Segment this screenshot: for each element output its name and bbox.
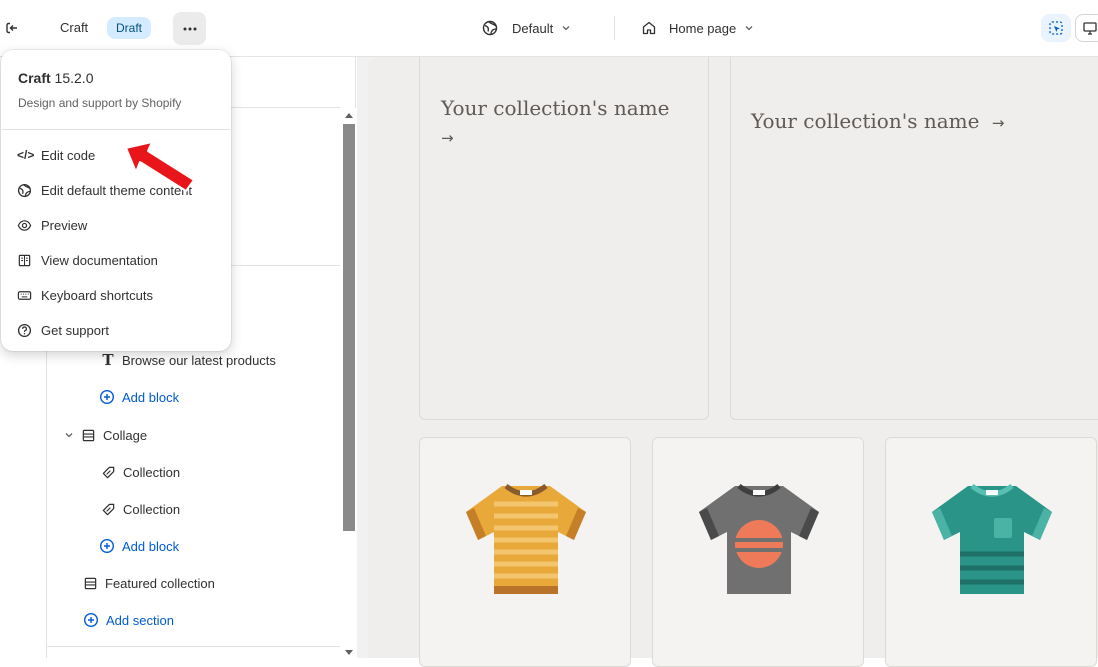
- tree-item-featured-collection[interactable]: Featured collection: [83, 570, 215, 596]
- section-icon: [84, 577, 97, 589]
- add-section-button[interactable]: Add section: [83, 607, 174, 633]
- add-block-label: Add block: [122, 389, 180, 405]
- tree-item-collection[interactable]: Collection: [101, 496, 180, 522]
- tree-item-label: Browse our latest products: [122, 352, 276, 368]
- product-card[interactable]: [885, 437, 1097, 667]
- book-icon: [18, 254, 31, 266]
- menu-theme-title: Craft 15.2.0: [18, 70, 94, 86]
- tree-item-label: Collage: [103, 427, 148, 443]
- tree-item-label: Collection: [123, 464, 181, 480]
- plus-circle-icon: [99, 538, 115, 554]
- scroll-up-arrow[interactable]: [345, 113, 353, 118]
- code-icon: </>: [17, 148, 35, 162]
- exit-icon[interactable]: [0, 16, 24, 40]
- page-selector-label: Home page: [669, 20, 737, 36]
- menu-item-view-documentation[interactable]: View documentation: [7, 245, 225, 275]
- product-card[interactable]: [652, 437, 864, 667]
- ellipsis-icon: [183, 27, 196, 30]
- globe-icon: [17, 183, 32, 197]
- teal-striped-tshirt-image: [932, 483, 1052, 594]
- home-icon: [642, 21, 656, 35]
- section-icon: [82, 429, 95, 441]
- eye-icon: [17, 219, 32, 231]
- tag-icon: [102, 503, 115, 515]
- page-selector[interactable]: Home page: [641, 17, 754, 39]
- menu-item-keyboard-shortcuts[interactable]: Keyboard shortcuts: [7, 280, 225, 310]
- tag-icon: [102, 466, 115, 478]
- globe-icon: [482, 20, 498, 36]
- scrollbar-thumb[interactable]: [343, 124, 355, 531]
- chevron-down-icon: [562, 26, 570, 31]
- menu-item-preview[interactable]: Preview: [7, 210, 225, 240]
- desktop-icon: [1083, 22, 1097, 35]
- device-preview-button[interactable]: [1075, 14, 1098, 42]
- plus-circle-icon: [99, 389, 115, 405]
- product-card[interactable]: [419, 437, 631, 667]
- chevron-down-icon[interactable]: [64, 430, 74, 440]
- theme-actions-menu: Craft 15.2.0 Design and support by Shopi…: [1, 50, 231, 351]
- more-actions-button[interactable]: [173, 12, 206, 45]
- inspector-toggle-button[interactable]: [1041, 14, 1071, 42]
- question-icon: [17, 323, 32, 337]
- gray-sunset-tshirt-image: [699, 483, 819, 594]
- scroll-down-arrow[interactable]: [345, 650, 353, 655]
- add-block-button[interactable]: Add block: [99, 384, 179, 410]
- tree-item-collage[interactable]: Collage: [64, 422, 147, 448]
- arrow-right-icon: →: [441, 129, 454, 147]
- divider: [47, 646, 340, 647]
- text-icon: T: [102, 351, 114, 369]
- top-bar: Craft Draft Default Home page: [0, 0, 1098, 57]
- add-block-label: Add block: [122, 538, 180, 554]
- orange-striped-tshirt-image: [466, 483, 586, 594]
- keyboard-icon: [17, 290, 32, 300]
- theme-selector[interactable]: Default: [482, 17, 571, 39]
- theme-name: Craft: [60, 20, 89, 35]
- status-badge: Draft: [107, 17, 152, 39]
- collection-title[interactable]: Your collection's name →: [751, 107, 1004, 137]
- add-section-label: Add section: [106, 612, 174, 628]
- chevron-down-icon: [745, 26, 753, 31]
- divider: [614, 16, 615, 40]
- arrow-right-icon: →: [991, 114, 1005, 132]
- annotation-arrow-icon: [125, 141, 195, 192]
- cursor-select-icon: [1049, 21, 1063, 35]
- add-block-button[interactable]: Add block: [99, 533, 179, 559]
- collection-title[interactable]: Your collection's name →: [441, 94, 691, 152]
- menu-theme-subtitle: Design and support by Shopify: [18, 96, 182, 110]
- tree-item-label: Collection: [123, 501, 181, 517]
- tree-item-collection[interactable]: Collection: [101, 459, 180, 485]
- divider: [2, 129, 230, 130]
- plus-circle-icon: [83, 612, 99, 628]
- tree-item-label: Featured collection: [105, 575, 215, 591]
- menu-item-get-support[interactable]: Get support: [7, 315, 225, 345]
- theme-selector-label: Default: [512, 20, 554, 36]
